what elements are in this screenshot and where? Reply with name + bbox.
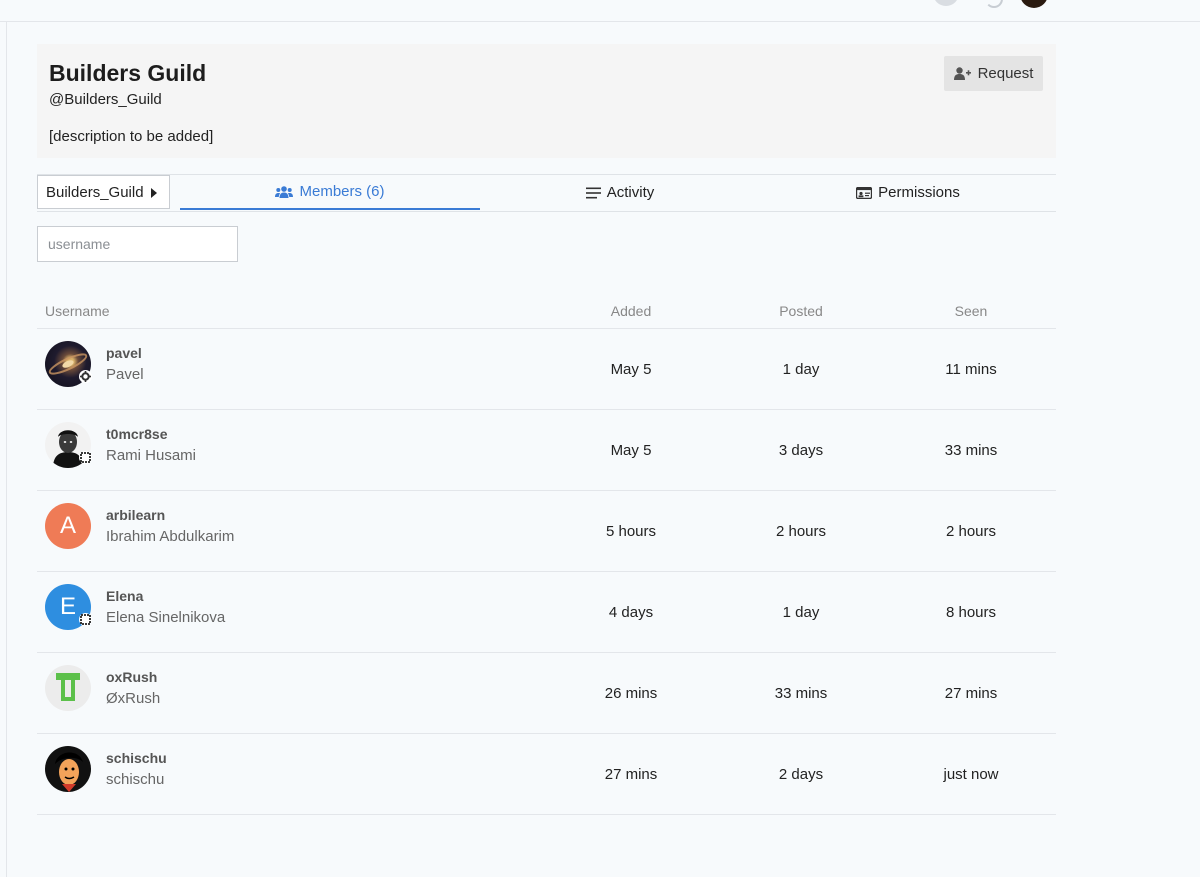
user-avatar[interactable]	[1020, 0, 1048, 8]
member-posted: 1 day	[782, 604, 820, 621]
member-fullname: Rami Husami	[106, 447, 197, 464]
member-added: 26 mins	[604, 685, 658, 702]
column-posted[interactable]: Posted	[716, 303, 886, 319]
member-posted: 3 days	[778, 442, 824, 459]
member-fullname: ØxRush	[106, 690, 161, 707]
member-seen: 11 mins	[945, 361, 997, 378]
tab-activity[interactable]: Activity	[480, 175, 760, 210]
green-logo	[56, 673, 80, 701]
member-posted: 2 hours	[775, 523, 827, 540]
member-seen: 2 hours	[945, 523, 997, 540]
team-header: Builders Guild @Builders_Guild [descript…	[37, 44, 1056, 158]
member-fullname: Pavel	[106, 366, 144, 383]
cartoon-image	[55, 752, 83, 792]
column-seen[interactable]: Seen	[886, 303, 1056, 319]
member-username[interactable]: oxRush	[106, 669, 157, 685]
team-selector[interactable]: Builders_Guild	[37, 175, 170, 209]
team-description: [description to be added]	[49, 128, 214, 145]
member-posted: 1 day	[782, 361, 820, 378]
table-row[interactable]: pavel Pavel May 5 1 day 11 mins	[37, 329, 1056, 410]
column-username[interactable]: Username	[45, 303, 110, 319]
member-added: May 5	[610, 442, 652, 459]
notification-icon[interactable]	[933, 0, 959, 6]
member-username[interactable]: Elena	[106, 588, 143, 604]
sidebar-divider	[6, 21, 7, 877]
member-avatar[interactable]	[45, 665, 91, 711]
tab-members[interactable]: Members (6)	[180, 175, 480, 210]
team-handle: @Builders_Guild	[49, 91, 162, 108]
team-tabs: Builders_Guild Members (6) Activity Perm…	[37, 174, 1056, 212]
team-selector-label: Builders_Guild	[46, 183, 144, 201]
shield-icon	[79, 613, 92, 626]
gear-icon	[79, 370, 92, 383]
id-card-icon	[856, 186, 873, 199]
table-row[interactable]: A arbilearn Ibrahim Abdulkarim 5 hours 2…	[37, 491, 1056, 572]
top-nav-bar	[0, 0, 1200, 22]
members-table: Username Added Posted Seen pavel Pavel M…	[37, 295, 1056, 815]
table-header: Username Added Posted Seen	[37, 295, 1056, 329]
table-row[interactable]: oxRush ØxRush 26 mins 33 mins 27 mins	[37, 653, 1056, 734]
member-added: 27 mins	[604, 766, 658, 783]
add-user-icon	[953, 67, 971, 80]
request-label: Request	[977, 65, 1034, 82]
users-icon	[275, 185, 294, 198]
search-icon[interactable]	[985, 0, 1003, 8]
member-avatar[interactable]	[45, 746, 91, 792]
tab-permissions[interactable]: Permissions	[760, 175, 1056, 210]
list-icon	[585, 187, 601, 198]
member-seen: 8 hours	[945, 604, 997, 621]
member-seen: just now	[943, 766, 999, 783]
member-posted: 2 days	[778, 766, 824, 783]
member-fullname: Elena Sinelnikova	[106, 609, 226, 626]
table-row[interactable]: t0mcr8se Rami Husami May 5 3 days 33 min…	[37, 410, 1056, 491]
member-username[interactable]: schischu	[106, 750, 167, 766]
column-added[interactable]: Added	[546, 303, 716, 319]
member-added: 4 days	[608, 604, 654, 621]
avatar-letter: A	[59, 512, 76, 539]
shield-icon	[79, 451, 92, 464]
caret-right-icon	[151, 188, 157, 198]
avatar-letter: E	[59, 593, 76, 620]
member-added: May 5	[610, 361, 652, 378]
username-search-input[interactable]	[37, 226, 238, 262]
tab-permissions-label: Permissions	[878, 184, 960, 201]
request-button[interactable]: Request	[944, 56, 1043, 91]
member-added: 5 hours	[605, 523, 657, 540]
team-title: Builders Guild	[49, 60, 207, 86]
member-posted: 33 mins	[774, 685, 828, 702]
member-seen: 33 mins	[944, 442, 998, 459]
member-avatar[interactable]: A	[45, 503, 91, 549]
tab-members-label: Members (6)	[299, 183, 385, 200]
member-fullname: Ibrahim Abdulkarim	[106, 528, 235, 545]
member-fullname: schischu	[106, 771, 165, 788]
table-row[interactable]: schischu schischu 27 mins 2 days just no…	[37, 734, 1056, 815]
member-username[interactable]: pavel	[106, 345, 142, 361]
table-row[interactable]: E Elena Elena Sinelnikova 4 days 1 day 8…	[37, 572, 1056, 653]
member-seen: 27 mins	[944, 685, 998, 702]
member-username[interactable]: arbilearn	[106, 507, 165, 523]
member-username[interactable]: t0mcr8se	[106, 426, 168, 442]
tab-activity-label: Activity	[606, 184, 655, 201]
